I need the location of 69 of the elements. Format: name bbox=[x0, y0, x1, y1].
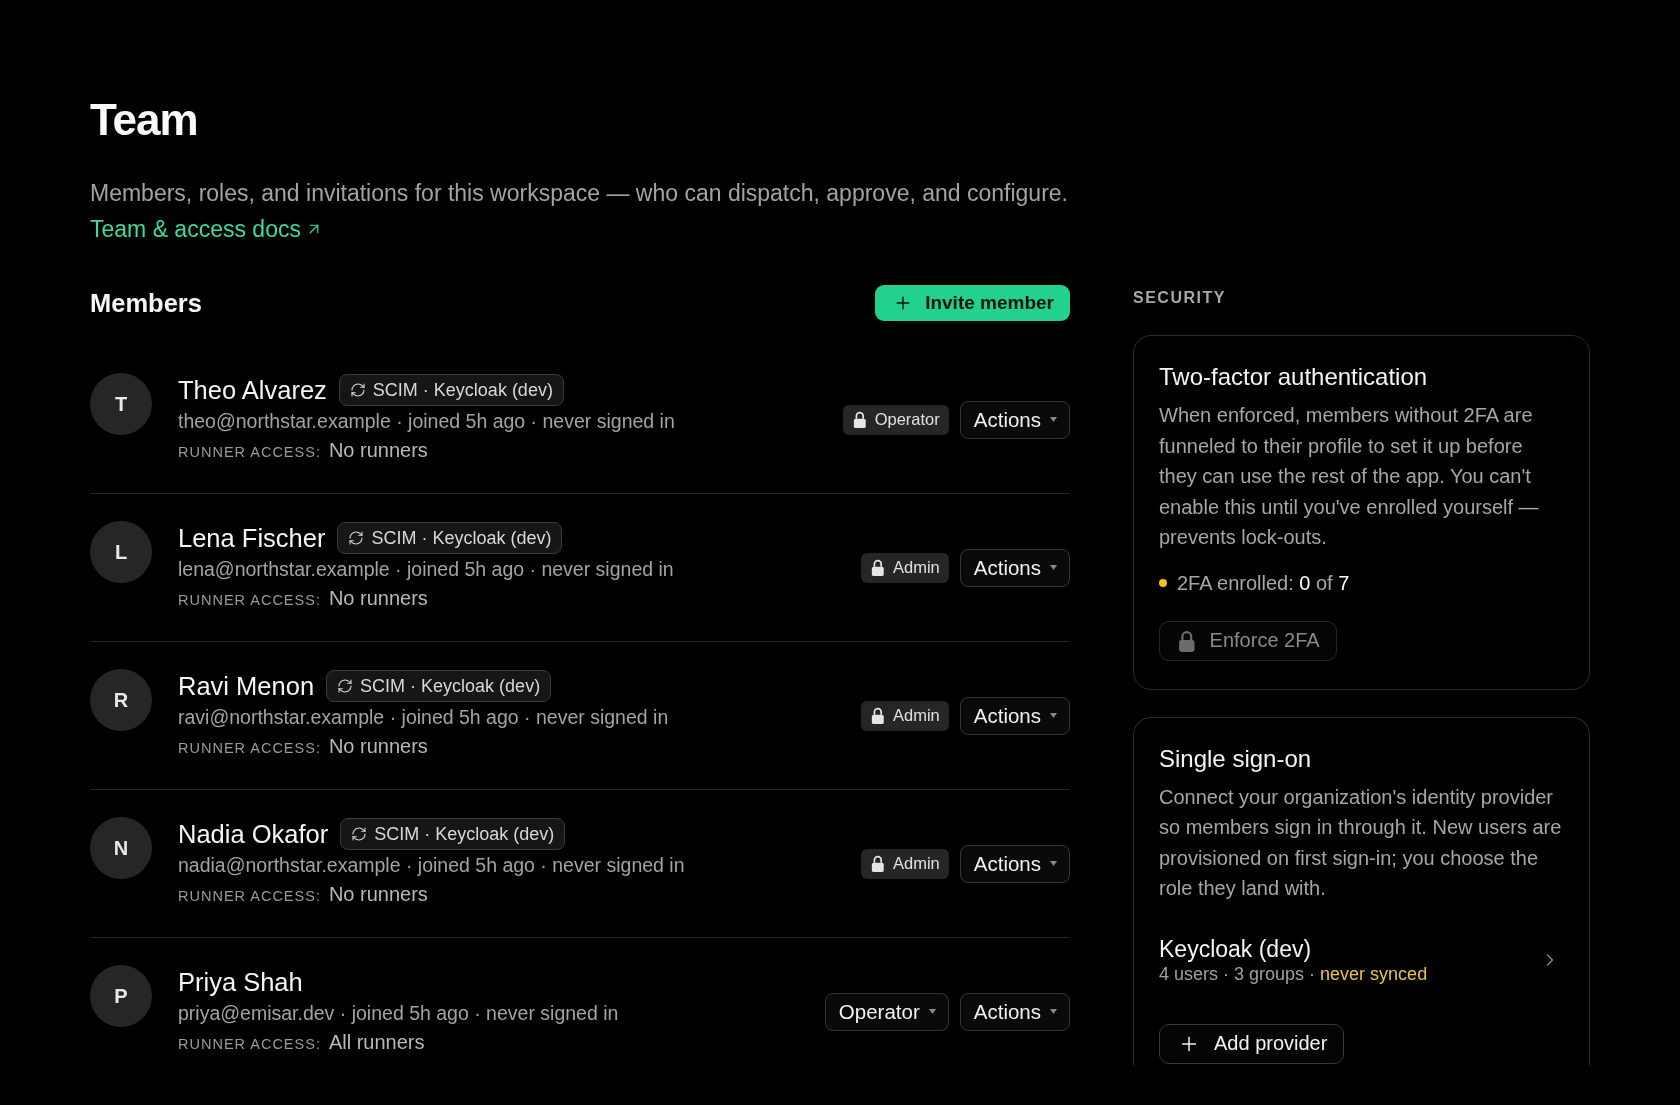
enrollment-status: 2FA enrolled: 0 of 7 bbox=[1177, 570, 1350, 596]
provider-name: Keycloak (dev) bbox=[1159, 934, 1313, 963]
runner-access-label: RUNNER ACCESS: bbox=[178, 887, 321, 906]
page-description: Members, roles, and invitations for this workspace — who can dispatch, approve, and configure. bbox=[90, 179, 1068, 207]
runner-access-label: RUNNER ACCESS: bbox=[178, 443, 321, 462]
member-name: Ravi Menon bbox=[178, 671, 315, 701]
invite-button[interactable]: Invite member bbox=[875, 285, 1070, 321]
member-details: nadia@northstar.example · joined 5h ago · never signed in bbox=[178, 853, 685, 878]
refresh-icon bbox=[337, 678, 354, 694]
member-details: theo@northstar.example · joined 5h ago · never signed in bbox=[178, 409, 675, 434]
refresh-icon bbox=[349, 382, 366, 398]
caret-icon bbox=[1050, 861, 1057, 866]
actions-button[interactable]: Actions bbox=[959, 844, 1070, 883]
provider-stats: 4 users · 3 groups · bbox=[1159, 962, 1316, 985]
member-name: Lena Fischer bbox=[178, 523, 326, 553]
sync-source-text: SCIM · Keycloak (dev) bbox=[372, 379, 553, 401]
member-details: priya@emisar.dev · joined 5h ago · never signed in bbox=[178, 1001, 619, 1026]
member-name: Priya Shah bbox=[178, 967, 303, 997]
lock-icon bbox=[871, 559, 885, 576]
member-details: ravi@northstar.example · joined 5h ago · never signed in bbox=[178, 705, 669, 730]
caret-icon bbox=[928, 1009, 936, 1014]
refresh-icon bbox=[348, 530, 365, 546]
sync-status: never synced bbox=[1320, 962, 1428, 985]
lock-icon bbox=[853, 411, 867, 428]
role-label: Admin bbox=[893, 706, 940, 725]
avatar: T bbox=[90, 373, 152, 435]
member-name: Theo Alvarez bbox=[178, 375, 327, 405]
sync-source-text: SCIM · Keycloak (dev) bbox=[360, 675, 541, 697]
lock-icon bbox=[871, 707, 885, 724]
runner-access-label: RUNNER ACCESS: bbox=[178, 591, 321, 610]
section-title: Members bbox=[90, 288, 202, 318]
refresh-icon bbox=[351, 826, 368, 842]
actions-button[interactable]: Actions bbox=[959, 400, 1070, 439]
page-title: Team bbox=[90, 94, 198, 146]
section-label: SECURITY bbox=[1133, 288, 1227, 308]
avatar: R bbox=[90, 669, 152, 731]
actions-button[interactable]: Actions bbox=[959, 548, 1070, 587]
caret-icon bbox=[1050, 713, 1057, 718]
member-name: Nadia Okafor bbox=[178, 819, 329, 849]
card-description: When enforced, members without 2FA are funneled to their profile to set it up before they can use the rest of the app. You can't enable this until you've enrolled yourself — prevents lock-outs. bbox=[1159, 403, 1540, 550]
caret-icon bbox=[1050, 417, 1057, 422]
role-label: Admin bbox=[893, 558, 940, 577]
card-title: Two-factor authentication bbox=[1159, 363, 1428, 391]
runner-access-label: RUNNER ACCESS: bbox=[178, 1035, 321, 1054]
runner-access-value: No runners bbox=[328, 882, 428, 907]
runner-access-value: No runners bbox=[328, 734, 428, 759]
role-label: Admin bbox=[893, 854, 940, 873]
runner-access-value: No runners bbox=[328, 586, 428, 611]
runner-access-value: All runners bbox=[328, 1030, 425, 1055]
lock-icon bbox=[1178, 629, 1196, 652]
role-label: Operator bbox=[874, 410, 940, 429]
actions-button[interactable]: Actions bbox=[959, 696, 1070, 735]
runner-access-label: RUNNER ACCESS: bbox=[178, 739, 321, 758]
caret-icon bbox=[1050, 1009, 1057, 1014]
card-title: Single sign-on bbox=[1159, 744, 1312, 773]
card-description: Connect your organization's identity provider so members sign in through it. New users are provisioned on first sign-in; you choose the role they land with. bbox=[1159, 784, 1563, 901]
docs-link[interactable]: Team & access docs bbox=[90, 215, 323, 243]
avatar: P bbox=[90, 965, 152, 1027]
sync-source-text: SCIM · Keycloak (dev) bbox=[371, 527, 552, 549]
avatar: L bbox=[90, 521, 152, 583]
add-provider-button[interactable]: Add provider bbox=[1159, 1023, 1345, 1064]
role-select[interactable]: Operator bbox=[824, 992, 949, 1031]
caret-icon bbox=[1050, 565, 1057, 570]
lock-icon bbox=[871, 855, 885, 872]
sync-source-text: SCIM · Keycloak (dev) bbox=[374, 823, 555, 845]
avatar: N bbox=[90, 817, 152, 879]
member-details: lena@northstar.example · joined 5h ago · never signed in bbox=[178, 557, 674, 582]
actions-button[interactable]: Actions bbox=[959, 992, 1070, 1031]
runner-access-value: No runners bbox=[328, 438, 428, 463]
